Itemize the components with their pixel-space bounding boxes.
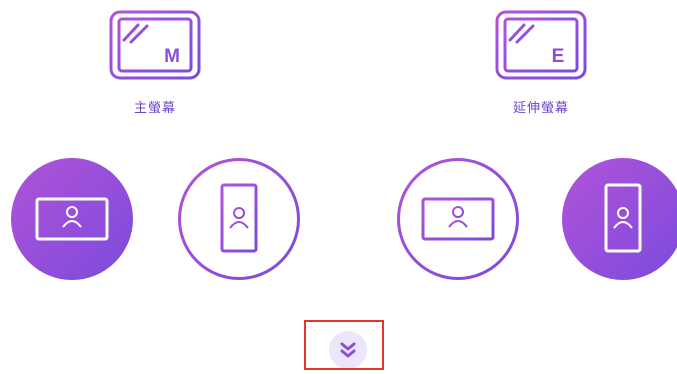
expand-more-button[interactable] (329, 331, 367, 369)
double-chevron-down-icon (340, 342, 356, 358)
main-portrait-option-button[interactable] (177, 157, 301, 281)
primary-monitor-icon[interactable]: M (109, 10, 201, 80)
extended-monitor-label: 延伸螢幕 (512, 101, 569, 116)
main-landscape-option-button[interactable] (10, 157, 134, 281)
extended-landscape-option-button[interactable] (396, 157, 520, 281)
extended-monitor-icon[interactable]: E (495, 10, 587, 80)
primary-monitor-label: 主螢幕 (133, 101, 176, 116)
monitor-letter-e: E (552, 46, 565, 67)
monitor-letter-m: M (164, 46, 180, 67)
extended-portrait-option-button[interactable] (561, 157, 677, 281)
